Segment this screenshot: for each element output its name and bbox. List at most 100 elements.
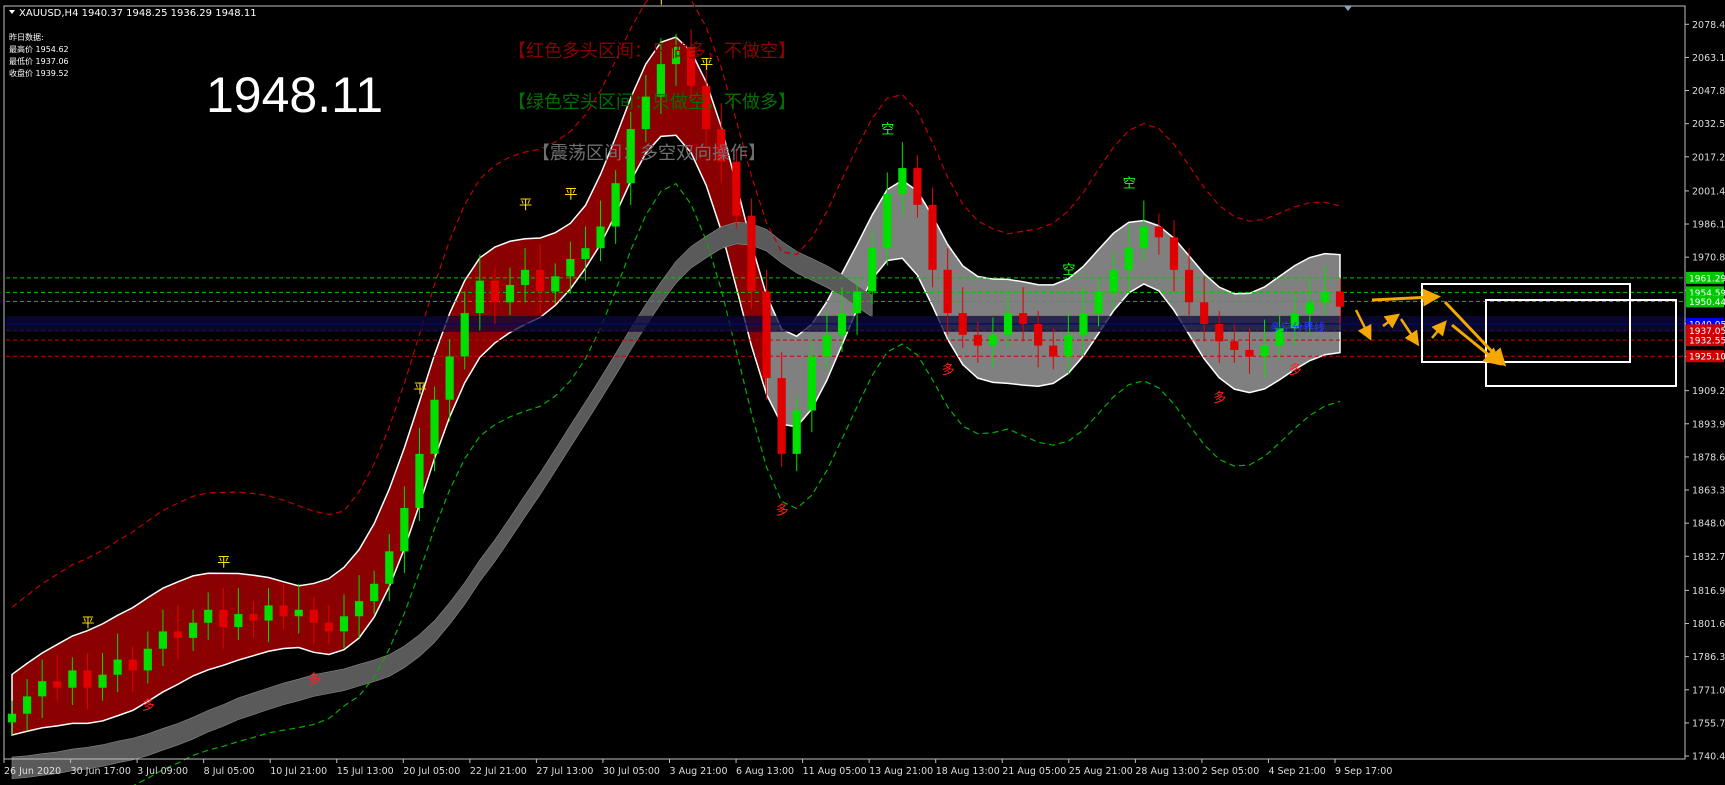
- time-tick-label: 6 Aug 13:00: [736, 766, 794, 777]
- candle-body[interactable]: [551, 276, 560, 292]
- candle-body[interactable]: [536, 269, 545, 292]
- candle-body[interactable]: [1139, 226, 1148, 249]
- candle-body[interactable]: [807, 356, 816, 411]
- candle-body[interactable]: [7, 713, 17, 723]
- candle-body[interactable]: [83, 670, 92, 688]
- candle-body[interactable]: [1079, 313, 1088, 335]
- candle-body[interactable]: [324, 622, 334, 632]
- candle-body[interactable]: [264, 605, 273, 621]
- candle-body[interactable]: [852, 291, 862, 314]
- candle-body[interactable]: [188, 622, 198, 638]
- candle-body[interactable]: [973, 334, 982, 346]
- price-tick-label: 1986.15: [1692, 220, 1725, 231]
- candle-body[interactable]: [475, 280, 484, 314]
- candle-body[interactable]: [943, 269, 952, 314]
- candle-body[interactable]: [415, 453, 424, 508]
- candle-body[interactable]: [158, 631, 168, 649]
- candle-body[interactable]: [1260, 345, 1269, 357]
- candle-body[interactable]: [1230, 341, 1239, 350]
- candle-body[interactable]: [822, 334, 832, 357]
- candle-body[interactable]: [1064, 334, 1073, 357]
- candle-body[interactable]: [1215, 323, 1224, 342]
- price-tick-label: 1816.95: [1692, 586, 1725, 597]
- candle-body[interactable]: [581, 248, 590, 259]
- candle-body[interactable]: [1094, 291, 1103, 314]
- candle-body[interactable]: [1305, 302, 1314, 314]
- signal-label: 多: [142, 697, 155, 713]
- candle-body[interactable]: [113, 659, 122, 675]
- price-tick-label: 2017.20: [1692, 152, 1725, 163]
- candle-body[interactable]: [928, 204, 937, 270]
- candle-body[interactable]: [53, 681, 62, 688]
- candle-body[interactable]: [913, 168, 922, 205]
- candle-body[interactable]: [445, 356, 454, 400]
- candle-body[interactable]: [143, 648, 152, 671]
- price-tick-label: 1740.45: [1692, 752, 1725, 763]
- candle-body[interactable]: [611, 183, 620, 227]
- signal-label: 多: [1213, 390, 1226, 406]
- candle-body[interactable]: [294, 609, 303, 617]
- candle-body[interactable]: [792, 410, 801, 454]
- info-close: 收盘价 1939.52: [9, 68, 69, 78]
- time-tick-label: 18 Aug 13:00: [936, 766, 1000, 777]
- candle-body[interactable]: [490, 280, 500, 303]
- candle-body[interactable]: [1049, 345, 1058, 357]
- candle-body[interactable]: [747, 215, 756, 292]
- candle-body[interactable]: [354, 601, 364, 617]
- candle-body[interactable]: [400, 508, 409, 552]
- candle-body[interactable]: [837, 313, 847, 335]
- price-tag-label: 1950.44: [1689, 298, 1725, 308]
- candle-body[interactable]: [520, 269, 530, 285]
- signal-label: 空: [881, 122, 894, 137]
- candle-body[interactable]: [883, 194, 892, 249]
- candle-body[interactable]: [22, 696, 32, 714]
- candle-body[interactable]: [1109, 269, 1118, 292]
- chart-canvas[interactable]: 平多平多平平平平平多空多空空多多 2078.402063.102047.8020…: [0, 0, 1725, 785]
- candle-body[interactable]: [777, 378, 786, 454]
- candle-body[interactable]: [430, 399, 439, 454]
- candle-body[interactable]: [68, 670, 77, 688]
- candle-body[interactable]: [762, 291, 771, 379]
- price-axis[interactable]: 2078.40 2063.10 2047.80 2032.50 2017.20 2001.…: [1684, 6, 1725, 763]
- candle-body[interactable]: [128, 659, 137, 671]
- candle-body[interactable]: [460, 313, 469, 357]
- candle-body[interactable]: [1003, 313, 1013, 335]
- candle-body[interactable]: [732, 161, 741, 216]
- candle-body[interactable]: [1335, 291, 1345, 307]
- candle-body[interactable]: [898, 168, 907, 195]
- candle-body[interactable]: [868, 248, 877, 292]
- candle-body[interactable]: [339, 616, 349, 632]
- candle-body[interactable]: [1034, 323, 1043, 346]
- candle-body[interactable]: [98, 674, 107, 688]
- candle-body[interactable]: [279, 605, 288, 617]
- time-tick-label: 15 Jul 13:00: [337, 766, 394, 777]
- candle-body[interactable]: [204, 609, 213, 623]
- candle-body[interactable]: [173, 631, 183, 638]
- candle-body[interactable]: [1320, 291, 1330, 303]
- price-tick-label: 1909.20: [1692, 386, 1725, 397]
- candle-body[interactable]: [385, 551, 394, 584]
- price-tick-label: 2047.80: [1692, 86, 1725, 97]
- candle-body[interactable]: [1245, 349, 1254, 357]
- candle-body[interactable]: [370, 583, 379, 602]
- candle-body[interactable]: [958, 313, 967, 335]
- candle-body[interactable]: [505, 284, 515, 303]
- candle-body[interactable]: [1124, 248, 1133, 270]
- signal-label: 多: [1289, 362, 1302, 378]
- candle-body[interactable]: [1018, 313, 1028, 324]
- time-axis[interactable]: 26 Jun 2020 30 Jun 17:00 3 Jul 09:00 8 Jul …: [3, 758, 1685, 777]
- candle-body[interactable]: [1200, 302, 1209, 324]
- candle-body[interactable]: [219, 609, 228, 628]
- candle-body[interactable]: [234, 614, 243, 628]
- candle-body[interactable]: [1154, 226, 1164, 238]
- candle-body[interactable]: [1169, 237, 1179, 270]
- candle-body[interactable]: [249, 614, 258, 621]
- candle-body[interactable]: [596, 226, 605, 249]
- candle-body[interactable]: [1184, 269, 1194, 303]
- info-high: 最高价 1954.62: [9, 44, 69, 54]
- candle-body[interactable]: [988, 334, 998, 346]
- candle-body[interactable]: [309, 609, 318, 623]
- price-tick-label: 2063.10: [1692, 53, 1725, 64]
- candle-body[interactable]: [38, 681, 47, 697]
- candle-body[interactable]: [566, 259, 575, 277]
